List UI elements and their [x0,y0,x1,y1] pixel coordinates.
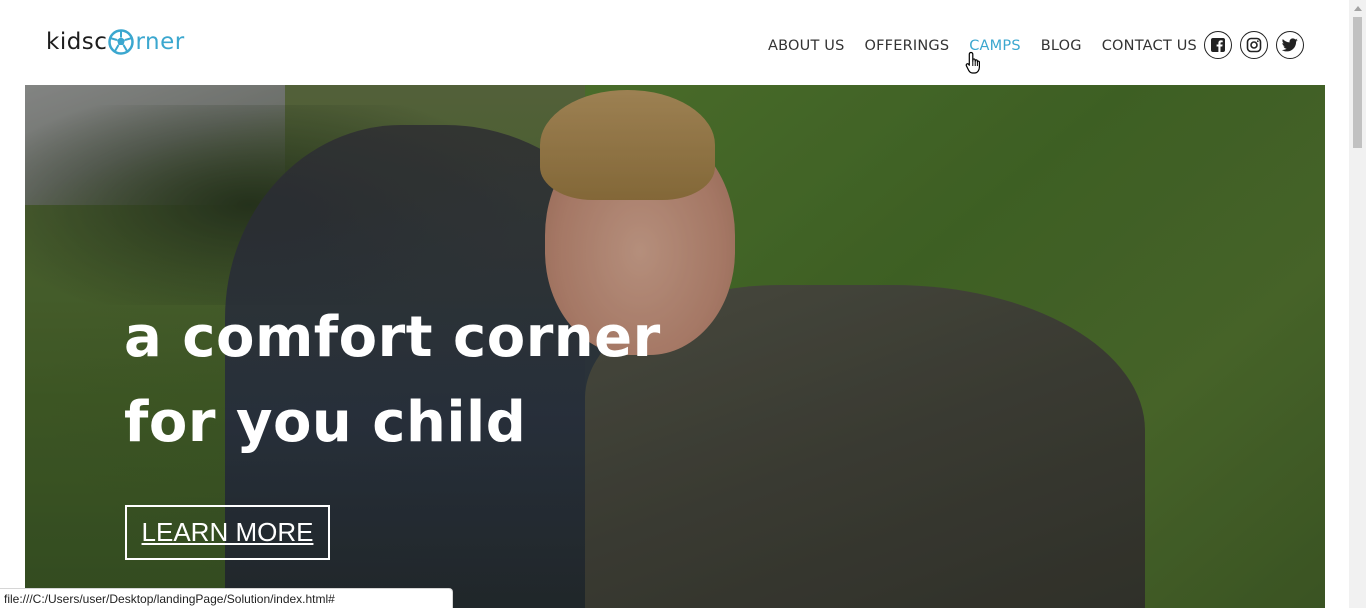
main-nav: ABOUT US OFFERINGS CAMPS BLOG CONTACT US [768,36,1217,56]
instagram-link[interactable] [1240,31,1268,59]
nav-offerings[interactable]: OFFERINGS [865,36,950,56]
learn-more-button[interactable]: LEARN MORE [125,505,330,560]
page: kidsc rner ABOUT US OFFERINGS CAMPS BLOG… [0,0,1349,608]
browser-status-bar: file:///C:/Users/user/Desktop/landingPag… [0,588,453,608]
logo-text-suffix: rner [135,29,185,55]
soccer-ball-icon [108,29,135,55]
vertical-scrollbar[interactable] [1349,0,1366,608]
facebook-icon [1211,38,1225,52]
twitter-link[interactable] [1276,31,1304,59]
twitter-icon [1282,38,1298,52]
instagram-icon [1246,37,1262,53]
social-links [1204,31,1304,59]
hero-headline-line2: for you child [124,390,527,455]
nav-blog[interactable]: BLOG [1041,36,1082,56]
logo-text-prefix: kidsc [46,29,108,55]
scroll-up-arrow-icon[interactable] [1349,0,1366,17]
nav-contact-us[interactable]: CONTACT US [1102,36,1197,56]
nav-about-us[interactable]: ABOUT US [768,36,845,56]
facebook-link[interactable] [1204,31,1232,59]
hero-headline: a comfort corner for you child [124,295,661,465]
hero-headline-line1: a comfort corner [124,305,661,370]
hero-banner: a comfort corner for you child LEARN MOR… [25,85,1325,608]
scrollbar-thumb[interactable] [1353,17,1362,148]
logo[interactable]: kidsc rner [46,27,185,57]
hand-pointer-cursor-icon [965,51,980,74]
